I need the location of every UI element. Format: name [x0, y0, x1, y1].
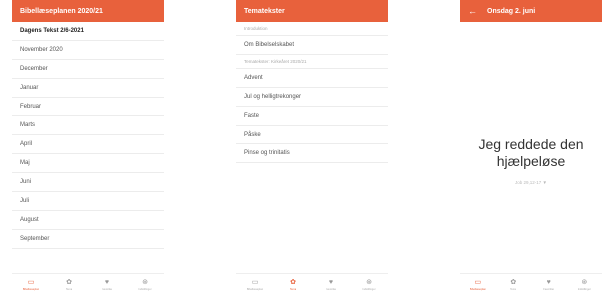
- calendar-icon: ▭: [251, 278, 259, 286]
- list-item-month[interactable]: Januar: [12, 79, 164, 98]
- list-item-todays-text[interactable]: Dagens Tekst 2/6-2021: [12, 22, 164, 41]
- list-item-month[interactable]: November 2020: [12, 41, 164, 60]
- screen-reading-plan: Bibellæseplanen 2020/21 Dagens Tekst 2/6…: [12, 0, 164, 295]
- list-item-month[interactable]: Marts: [12, 116, 164, 136]
- gear-icon: ✿: [66, 278, 72, 286]
- tab-label: Indstillinger: [138, 287, 152, 291]
- list-item-month[interactable]: September: [12, 230, 164, 249]
- list-item-month[interactable]: April: [12, 135, 164, 155]
- tab-themes[interactable]: ✿ Tema: [496, 279, 532, 291]
- gear-icon: ✿: [510, 278, 517, 286]
- tab-label: Bibellæseplan: [246, 287, 264, 291]
- calendar-icon: ▭: [474, 278, 482, 286]
- bottom-tab-bar: ▭ Bibellæseplan ✿ Tema ♥ Favoritter ⊛ In…: [12, 273, 164, 295]
- app-bar: ← Onsdag 2. juni: [460, 0, 602, 22]
- tab-label: Indstillinger: [577, 287, 591, 291]
- settings-icon: ⊛: [142, 278, 148, 286]
- screen-daily-text: ← Onsdag 2. juni Jeg reddede den hjælpel…: [460, 0, 602, 295]
- heart-icon: ♥: [104, 278, 110, 286]
- list-item-month[interactable]: August: [12, 211, 164, 230]
- tab-favorites[interactable]: ♥ Favoritter: [88, 279, 126, 291]
- app-bar: Bibellæseplanen 2020/21: [12, 0, 164, 22]
- list-item-month[interactable]: Juni: [12, 173, 164, 193]
- list-item-about[interactable]: Om Bibelselskabet: [236, 36, 388, 55]
- verse-line: hjælpeløse: [496, 153, 566, 169]
- list-item-month[interactable]: Juli: [12, 192, 164, 211]
- tab-label: Bibellæseplan: [469, 287, 486, 291]
- tab-settings[interactable]: ⊛ Indstillinger: [567, 279, 602, 291]
- heart-icon: ♥: [328, 278, 334, 286]
- screen-theme-texts: Tematekster Introduktion Om Bibelselskab…: [236, 0, 388, 295]
- list-item-theme[interactable]: Advent: [236, 69, 388, 88]
- verse-reference[interactable]: Job 29,12-17 ▼: [460, 180, 602, 185]
- tab-reading-plan[interactable]: ▭ Bibellæseplan: [460, 279, 496, 291]
- tab-favorites[interactable]: ♥ Favoritter: [312, 279, 350, 291]
- page-title: Bibellæseplanen 2020/21: [20, 7, 103, 15]
- bottom-tab-bar: ▭ Bibellæseplan ✿ Tema ♥ Favoritter ⊛ In…: [236, 273, 388, 295]
- tab-label: Tema: [289, 287, 297, 291]
- settings-icon: ⊛: [366, 278, 372, 286]
- list-item-theme[interactable]: Påske: [236, 126, 388, 145]
- list-item-month[interactable]: December: [12, 60, 164, 79]
- calendar-icon: ▭: [27, 278, 35, 286]
- tab-label: Favoritter: [325, 287, 337, 291]
- tab-settings[interactable]: ⊛ Indstillinger: [126, 279, 164, 291]
- list-item-theme[interactable]: Pinse og trinitatis: [236, 144, 388, 164]
- list-item-theme[interactable]: Jul og helligtrekonger: [236, 88, 388, 107]
- tab-label: Favoritter: [101, 287, 113, 291]
- tab-label: Tema: [65, 287, 73, 291]
- list-item-month[interactable]: Maj: [12, 154, 164, 174]
- tab-themes[interactable]: ✿ Tema: [274, 279, 312, 291]
- page-title: Tematekster: [244, 7, 285, 15]
- tab-settings[interactable]: ⊛ Indstillinger: [350, 279, 388, 291]
- tab-label: Bibellæseplan: [22, 287, 40, 291]
- tab-label: Tema: [510, 287, 517, 291]
- verse-line: Jeg reddede den: [478, 136, 584, 152]
- page-title: Onsdag 2. juni: [487, 7, 536, 15]
- app-bar: Tematekster: [236, 0, 388, 22]
- tab-reading-plan[interactable]: ▭ Bibellæseplan: [12, 279, 50, 291]
- verse-title: Jeg reddede den hjælpeløse: [460, 136, 602, 170]
- list-item-theme[interactable]: Faste: [236, 107, 388, 126]
- tab-themes[interactable]: ✿ Tema: [50, 279, 88, 291]
- settings-icon: ⊛: [581, 278, 588, 286]
- tab-label: Indstillinger: [362, 287, 376, 291]
- list-item-month[interactable]: Februar: [12, 98, 164, 117]
- tab-favorites[interactable]: ♥ Favoritter: [531, 279, 567, 291]
- gear-icon: ✿: [290, 278, 296, 286]
- back-arrow-icon[interactable]: ←: [468, 6, 477, 16]
- heart-icon: ♥: [546, 278, 551, 286]
- section-header-intro: Introduktion: [236, 22, 388, 36]
- bottom-tab-bar: ▭ Bibellæseplan ✿ Tema ♥ Favoritter ⊛ In…: [460, 273, 602, 295]
- tab-reading-plan[interactable]: ▭ Bibellæseplan: [236, 279, 274, 291]
- tab-label: Favoritter: [543, 287, 555, 291]
- section-header-church-year: Tematekster: Kirkeåret 2020/21: [236, 55, 388, 69]
